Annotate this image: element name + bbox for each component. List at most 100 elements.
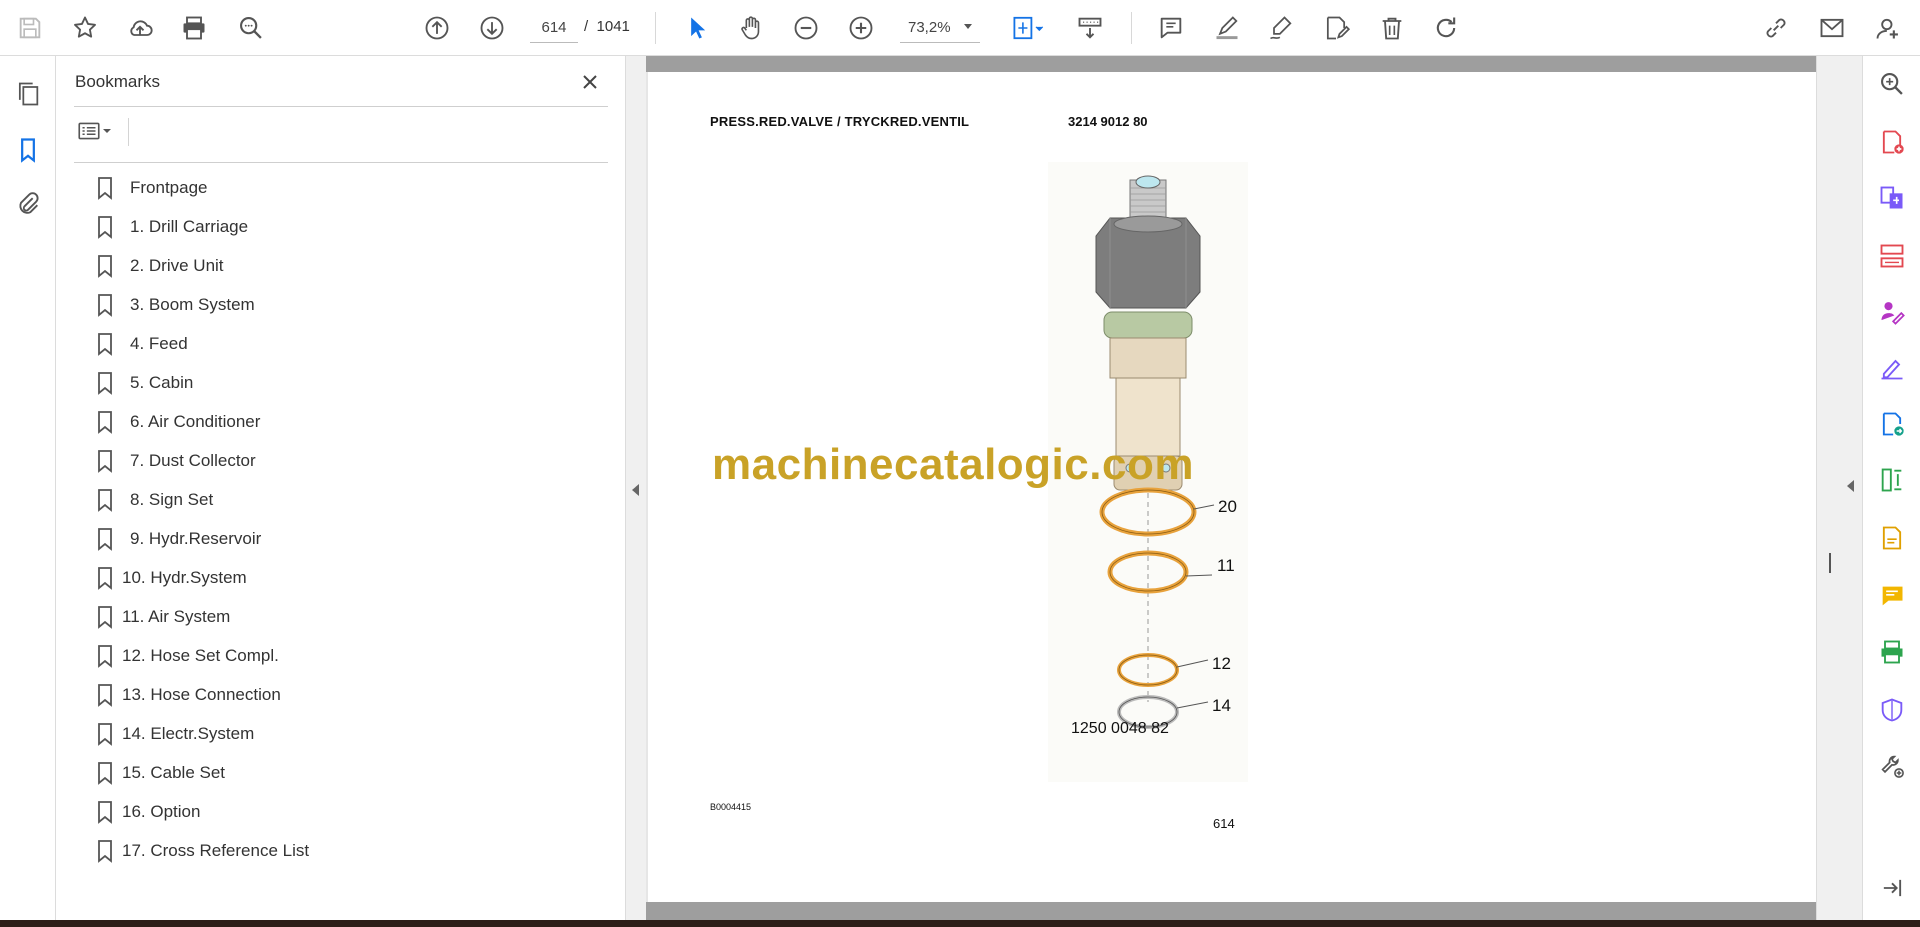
next-page-icon[interactable] bbox=[474, 10, 510, 46]
bookmark-label: 14. Electr.System bbox=[122, 723, 255, 743]
bookmark-icon bbox=[98, 644, 112, 668]
rotate-icon[interactable] bbox=[1428, 10, 1464, 46]
create-pdf-icon[interactable] bbox=[1874, 124, 1910, 160]
bookmark-item[interactable]: 15. Cable Set bbox=[96, 753, 596, 792]
page-total: 1041 bbox=[596, 18, 630, 35]
scroll-grip[interactable] bbox=[1829, 553, 1831, 573]
cloud-upload-icon[interactable] bbox=[122, 10, 158, 46]
edit-pdf-icon[interactable] bbox=[1874, 520, 1910, 556]
bookmark-item[interactable]: 14. Electr.System bbox=[96, 714, 596, 753]
fill-sign-icon[interactable] bbox=[1874, 350, 1910, 386]
bookmark-icon bbox=[98, 527, 112, 551]
bookmark-icon bbox=[98, 293, 112, 317]
previous-page-edge bbox=[646, 56, 1816, 72]
bookmark-label: 10. Hydr.System bbox=[122, 567, 247, 587]
bookmark-item[interactable]: Frontpage bbox=[96, 168, 596, 207]
bookmark-panel-icon[interactable] bbox=[10, 132, 46, 168]
share-link-icon[interactable] bbox=[1758, 10, 1794, 46]
bookmark-icon bbox=[98, 683, 112, 707]
bookmark-icon bbox=[98, 254, 112, 278]
bookmark-label: 4. Feed bbox=[130, 333, 188, 353]
bookmark-icon bbox=[98, 761, 112, 785]
highlight-icon[interactable] bbox=[1209, 10, 1245, 46]
bookmark-item[interactable]: 9. Hydr.Reservoir bbox=[96, 519, 596, 558]
export-pdf-icon[interactable] bbox=[1874, 406, 1910, 442]
callout-label: 20 bbox=[1218, 497, 1237, 516]
bookmark-label: 12. Hose Set Compl. bbox=[122, 645, 279, 665]
search-zoom-icon[interactable] bbox=[1874, 66, 1910, 102]
document-scrollbar[interactable] bbox=[1816, 56, 1862, 920]
bookmark-list: Frontpage 1. Drill Carriage 2. Drive Unit 3… bbox=[96, 168, 596, 870]
protect-icon[interactable] bbox=[1874, 692, 1910, 728]
chevron-left-icon[interactable] bbox=[1847, 480, 1854, 492]
scroll-mode-icon[interactable] bbox=[1072, 10, 1108, 46]
bookmark-item[interactable]: 5. Cabin bbox=[96, 363, 596, 402]
bookmark-label: 13. Hose Connection bbox=[122, 684, 281, 704]
bookmark-item[interactable]: 10. Hydr.System bbox=[96, 558, 596, 597]
pdf-page: PRESS.RED.VALVE / TRYCKRED.VENTIL 3214 9… bbox=[648, 72, 1816, 902]
bookmark-icon bbox=[98, 410, 112, 434]
collapse-bookmarks-panel-button[interactable] bbox=[626, 56, 646, 920]
draw-icon[interactable] bbox=[1263, 10, 1299, 46]
zoom-in-icon[interactable] bbox=[843, 10, 879, 46]
request-signatures-icon[interactable] bbox=[1874, 294, 1910, 330]
select-tool-icon[interactable] bbox=[679, 10, 715, 46]
list-options-icon bbox=[78, 122, 100, 140]
comment-tool-icon[interactable] bbox=[1874, 578, 1910, 614]
combine-files-icon[interactable] bbox=[1874, 180, 1910, 216]
star-icon[interactable] bbox=[67, 10, 103, 46]
collapse-tools-icon[interactable] bbox=[1874, 870, 1910, 906]
bookmark-item[interactable]: 2. Drive Unit bbox=[96, 246, 596, 285]
bookmark-label: 17. Cross Reference List bbox=[122, 840, 310, 860]
bookmarks-panel-title: Bookmarks bbox=[75, 72, 161, 91]
bookmark-label: 3. Boom System bbox=[130, 294, 255, 314]
close-icon[interactable] bbox=[576, 68, 604, 96]
bookmark-item[interactable]: 7. Dust Collector bbox=[96, 441, 596, 480]
bookmark-options-button[interactable] bbox=[76, 116, 124, 146]
bookmark-item[interactable]: 3. Boom System bbox=[96, 285, 596, 324]
save-icon[interactable] bbox=[12, 10, 48, 46]
chevron-left-icon bbox=[632, 484, 639, 496]
account-icon[interactable] bbox=[1870, 10, 1906, 46]
callout-label: 14 bbox=[1212, 696, 1231, 715]
assembly-number: 1250 0048 82 bbox=[1071, 720, 1169, 737]
bookmarks-panel: Bookmarks Frontpage 1. Drill Carriage 2. D… bbox=[56, 56, 626, 920]
previous-page-icon[interactable] bbox=[419, 10, 455, 46]
comment-icon[interactable] bbox=[1153, 10, 1189, 46]
bookmark-item[interactable]: 16. Option bbox=[96, 792, 596, 831]
top-toolbar: 614 / 1041 73,2% bbox=[0, 0, 1920, 56]
edit-text-icon[interactable] bbox=[1318, 10, 1354, 46]
compress-pdf-icon[interactable] bbox=[1874, 462, 1910, 498]
page-thumbnails-icon[interactable] bbox=[10, 76, 46, 112]
bookmark-item[interactable]: 12. Hose Set Compl. bbox=[96, 636, 596, 675]
bookmark-item[interactable]: 17. Cross Reference List bbox=[96, 831, 596, 870]
find-icon[interactable] bbox=[233, 10, 269, 46]
bookmark-icon bbox=[98, 839, 112, 863]
document-title: PRESS.RED.VALVE / TRYCKRED.VENTIL bbox=[710, 114, 970, 129]
bookmark-icon bbox=[98, 566, 112, 590]
bookmark-icon bbox=[98, 605, 112, 629]
bookmark-icon bbox=[98, 800, 112, 824]
bookmark-item[interactable]: 13. Hose Connection bbox=[96, 675, 596, 714]
scan-ocr-icon[interactable] bbox=[1874, 634, 1910, 670]
chevron-down-icon bbox=[964, 24, 972, 29]
more-tools-icon[interactable] bbox=[1874, 748, 1910, 784]
page-number-input[interactable]: 614 bbox=[530, 13, 578, 43]
hand-tool-icon[interactable] bbox=[733, 10, 769, 46]
zoom-level-dropdown[interactable]: 73,2% bbox=[900, 13, 980, 43]
document-viewer[interactable]: PRESS.RED.VALVE / TRYCKRED.VENTIL 3214 9… bbox=[646, 56, 1816, 920]
fit-page-icon[interactable] bbox=[1005, 10, 1051, 46]
delete-icon[interactable] bbox=[1374, 10, 1410, 46]
bookmark-item[interactable]: 4. Feed bbox=[96, 324, 596, 363]
attachments-icon[interactable] bbox=[10, 186, 46, 222]
zoom-out-icon[interactable] bbox=[788, 10, 824, 46]
bookmark-item[interactable]: 8. Sign Set bbox=[96, 480, 596, 519]
print-icon[interactable] bbox=[176, 10, 212, 46]
bookmark-item[interactable]: 1. Drill Carriage bbox=[96, 207, 596, 246]
organize-pages-icon[interactable] bbox=[1874, 238, 1910, 274]
email-icon[interactable] bbox=[1814, 10, 1850, 46]
bookmark-label: 15. Cable Set bbox=[122, 762, 226, 782]
bookmark-item[interactable]: 11. Air System bbox=[96, 597, 596, 636]
bookmark-label: 8. Sign Set bbox=[130, 489, 214, 509]
bookmark-item[interactable]: 6. Air Conditioner bbox=[96, 402, 596, 441]
